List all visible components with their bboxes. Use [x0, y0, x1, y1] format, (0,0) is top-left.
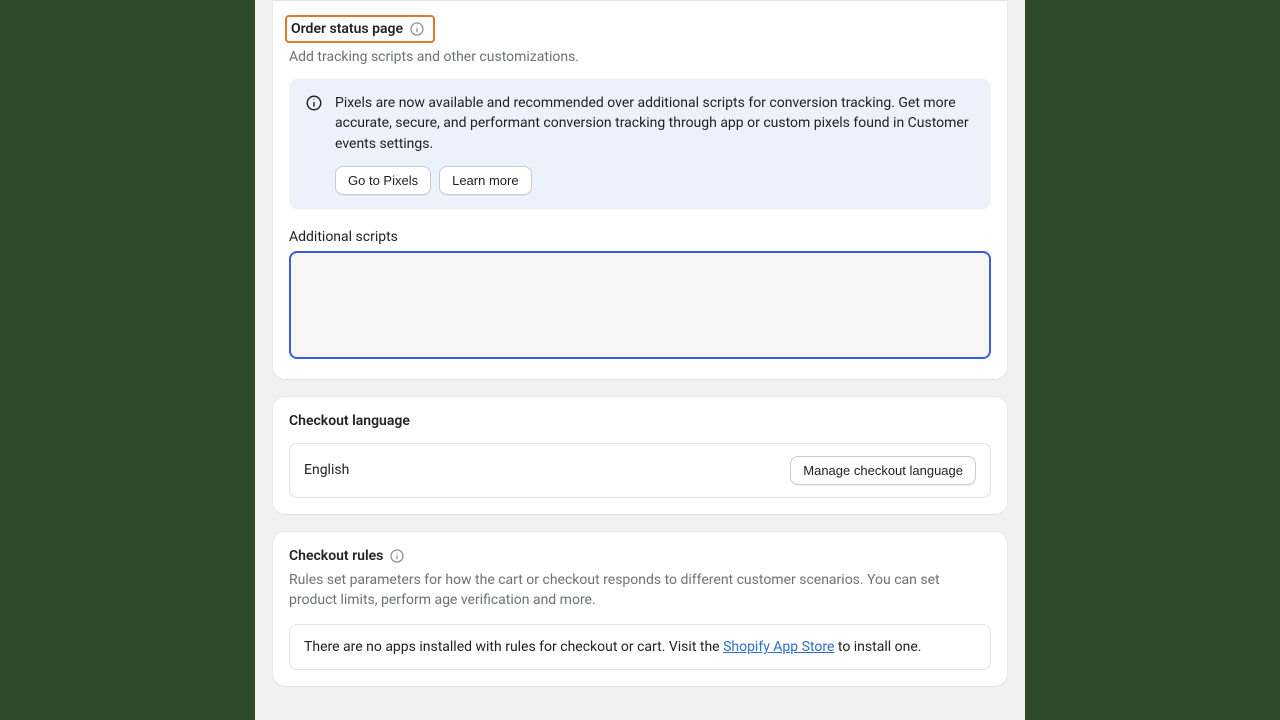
manage-checkout-language-button[interactable]: Manage checkout language	[790, 456, 976, 485]
pixels-banner-text: Pixels are now available and recommended…	[335, 93, 975, 154]
checkout-language-title: Checkout language	[289, 413, 991, 429]
pixels-banner: Pixels are now available and recommended…	[289, 79, 991, 209]
learn-more-button[interactable]: Learn more	[439, 166, 531, 195]
additional-scripts-label: Additional scripts	[289, 229, 991, 245]
checkout-language-value: English	[304, 462, 349, 478]
checkout-rules-empty-suffix: to install one.	[834, 639, 921, 655]
checkout-rules-card: Checkout rules Rules set parameters for …	[273, 532, 1007, 687]
pixels-banner-actions: Go to Pixels Learn more	[335, 166, 975, 195]
checkout-rules-desc: Rules set parameters for how the cart or…	[289, 570, 991, 611]
info-icon	[409, 21, 425, 37]
settings-panel: Order status page Add tracking scripts a…	[255, 0, 1025, 720]
checkout-rules-empty: There are no apps installed with rules f…	[289, 624, 991, 670]
checkout-rules-header: Checkout rules	[289, 548, 991, 564]
additional-scripts-input[interactable]	[289, 251, 991, 359]
checkout-language-card: Checkout language English Manage checkou…	[273, 397, 1007, 514]
order-status-title: Order status page	[291, 21, 403, 37]
info-icon	[305, 94, 323, 112]
pixels-banner-body: Pixels are now available and recommended…	[335, 93, 975, 195]
order-status-highlight: Order status page	[285, 15, 435, 43]
checkout-rules-empty-prefix: There are no apps installed with rules f…	[304, 639, 723, 655]
go-to-pixels-button[interactable]: Go to Pixels	[335, 166, 431, 195]
info-icon	[389, 548, 405, 564]
checkout-rules-title: Checkout rules	[289, 548, 383, 564]
order-status-header: Order status page	[289, 15, 991, 43]
order-status-subtitle: Add tracking scripts and other customiza…	[289, 49, 991, 65]
shopify-app-store-link[interactable]: Shopify App Store	[723, 639, 834, 655]
order-status-card: Order status page Add tracking scripts a…	[273, 0, 1007, 379]
checkout-language-row: English Manage checkout language	[289, 443, 991, 498]
